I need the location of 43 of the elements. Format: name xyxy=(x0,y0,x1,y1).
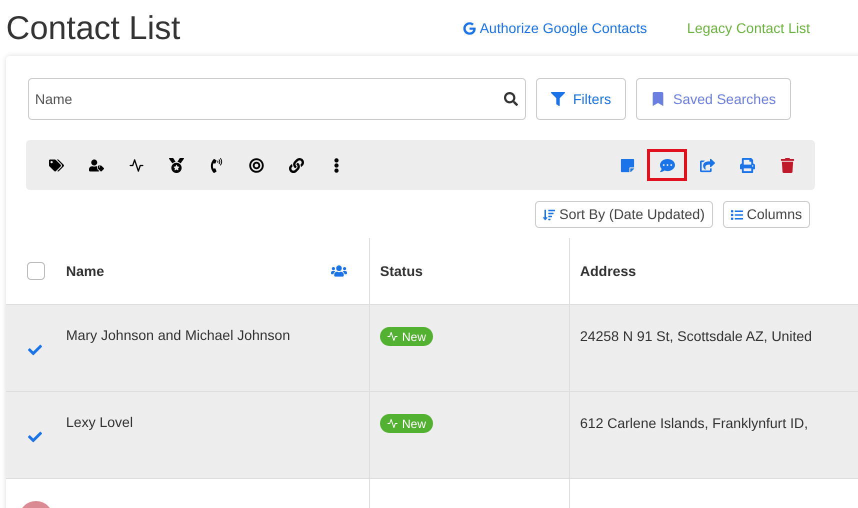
contact-name: Mary Johnson and Michael Johnson xyxy=(66,326,290,345)
search-icon xyxy=(504,92,518,106)
pulse-icon xyxy=(128,158,144,172)
check-icon xyxy=(28,430,42,444)
contact-name: Lexy Lovel xyxy=(66,413,133,432)
page-title: Contact List xyxy=(6,8,182,48)
authorize-google-link[interactable]: Authorize Google Contacts xyxy=(462,18,648,38)
status-badge: New xyxy=(380,327,434,346)
bookmark-icon xyxy=(651,92,666,106)
check-icon xyxy=(28,343,42,357)
columns-icon xyxy=(730,208,743,220)
target-icon xyxy=(248,158,264,172)
link-icon xyxy=(288,158,304,172)
contact-row[interactable]: Mary Johnson and Michael Johnson New 24258 N 91 St, Scottsdale AZ, United xyxy=(6,305,858,392)
pulse-icon xyxy=(387,331,398,342)
chat-icon xyxy=(660,158,674,172)
columns-button[interactable]: Columns xyxy=(722,201,810,228)
saved-searches-button[interactable]: Saved Searches xyxy=(636,78,791,120)
note-icon xyxy=(620,158,634,172)
medal-icon xyxy=(168,158,184,172)
status-badge: New xyxy=(380,414,434,433)
sort-icon xyxy=(543,208,556,220)
contact-row[interactable]: Lexy Lovel New 612 Carlene Islands, Franklynfurt ID, xyxy=(6,392,858,479)
address-text: 24258 N 91 St, Scottsdale AZ, United xyxy=(580,328,812,344)
filter-icon xyxy=(551,92,565,106)
print-icon xyxy=(740,158,754,172)
sort-button[interactable]: Sort By (Date Updated) xyxy=(535,201,713,228)
column-header[interactable]: Address xyxy=(580,260,636,282)
address-text: 612 Carlene Islands, Franklynfurt ID, xyxy=(580,415,808,431)
search-field[interactable]: Name xyxy=(28,78,526,120)
pulse-icon xyxy=(387,418,398,429)
column-header[interactable]: Status xyxy=(380,260,423,282)
column-header[interactable]: Name xyxy=(66,260,331,282)
google-icon xyxy=(462,22,476,34)
users-icon[interactable] xyxy=(331,263,347,279)
user-tag-icon xyxy=(88,158,104,172)
share-icon xyxy=(700,158,714,172)
chat-button[interactable] xyxy=(647,149,687,181)
phone-icon xyxy=(208,158,224,172)
tags-icon xyxy=(48,158,64,172)
filters-button[interactable]: Filters xyxy=(536,78,626,120)
select-all-checkbox[interactable] xyxy=(27,262,45,280)
delete-icon xyxy=(780,158,794,172)
